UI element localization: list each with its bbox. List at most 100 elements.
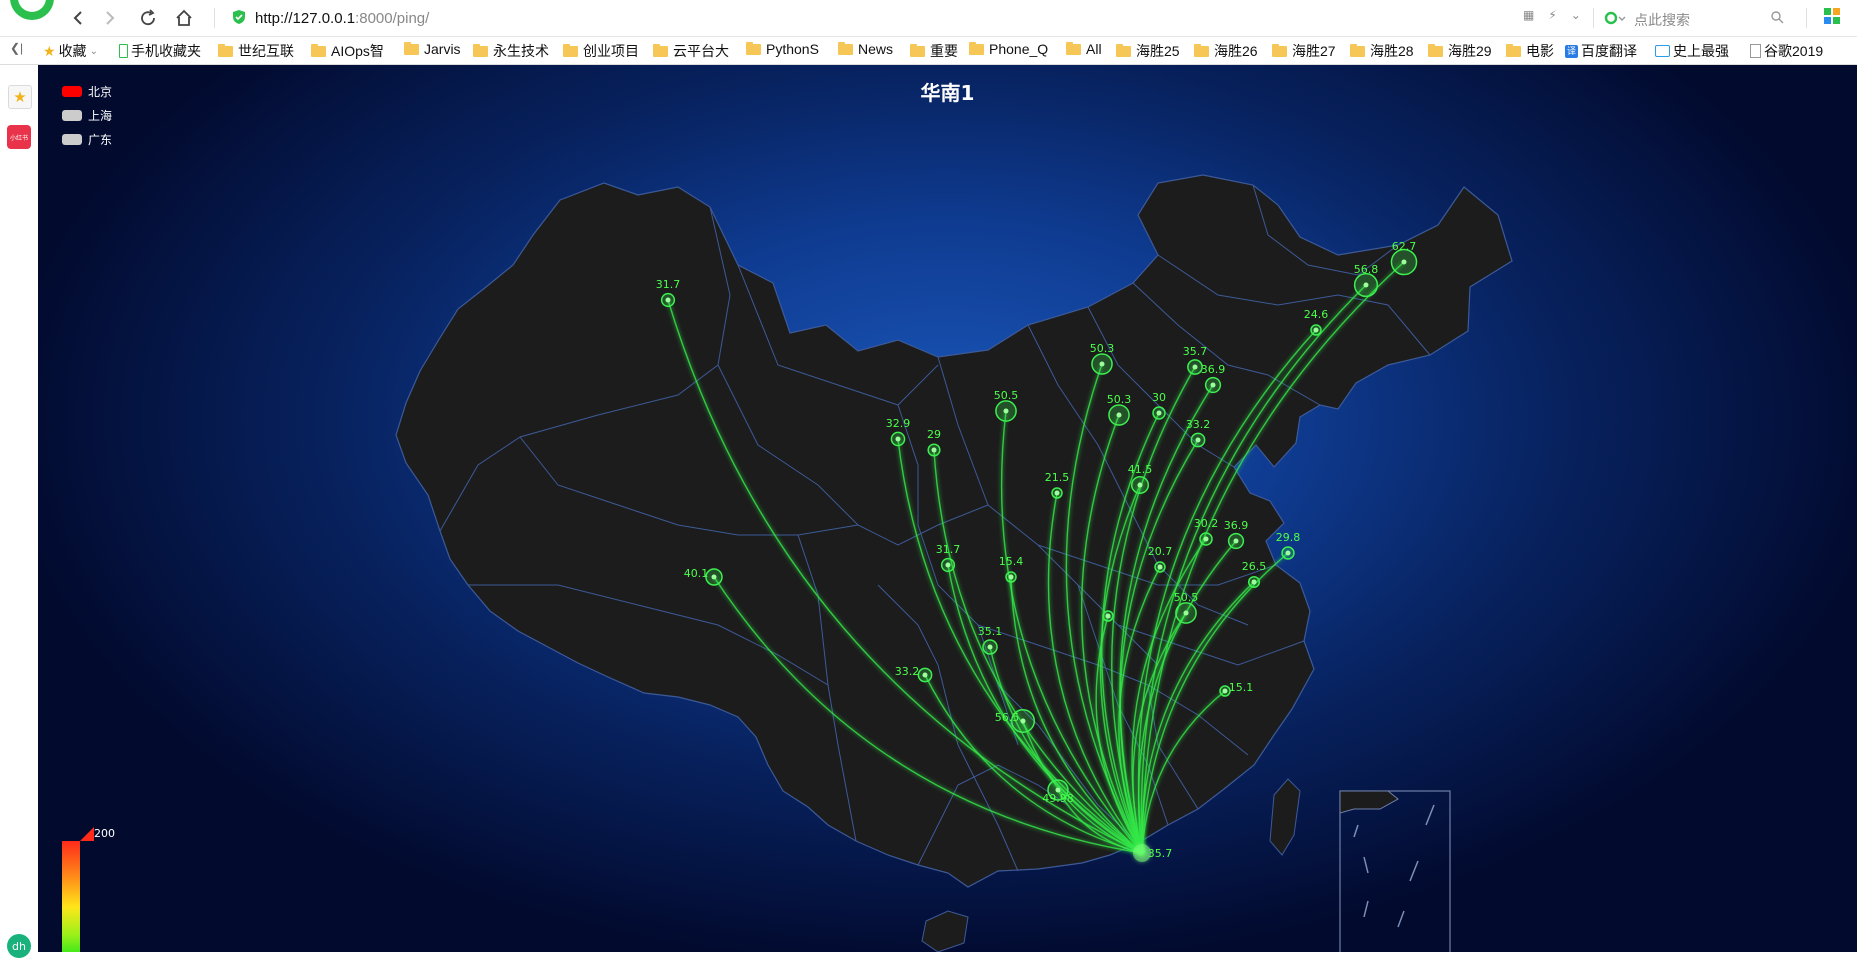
target-dot [1192,364,1198,370]
legend-item-beijing[interactable]: 北京 [62,79,112,103]
bookmark-folder[interactable]: 创业项目 [563,41,639,61]
target-dot [1020,718,1026,724]
doc-icon [1750,44,1761,58]
map-land [395,174,1513,888]
browser-logo-icon [10,0,54,20]
bookmark-folder[interactable]: 云平台大 [653,41,729,61]
qr-code-icon[interactable]: ▦ [1523,8,1534,22]
ping-value-label: 49.98 [1042,792,1074,805]
bookmark-folder[interactable]: 海胜25 [1116,41,1180,61]
bookmark-folder[interactable]: All [1066,41,1102,57]
bookmark-folder[interactable]: 海胜27 [1272,41,1336,61]
bookmark-video[interactable]: 史上最强 [1655,41,1729,61]
bookmark-folder[interactable]: 世纪互联 [218,41,294,61]
folder-icon [746,41,761,55]
bookmark-doc[interactable]: 谷歌2019 [1750,41,1823,61]
folder-icon [473,43,488,57]
bookmark-folder[interactable]: PythonS [746,41,819,57]
url-path: :8000/ping/ [355,10,430,27]
target-dot [1210,382,1216,388]
map-taiwan [1269,778,1301,856]
search-input[interactable]: 点此搜索 [1604,4,1784,32]
forward-button[interactable] [98,6,122,30]
folder-icon [1506,43,1521,57]
bookmark-translate[interactable]: 译百度翻译 [1565,41,1637,61]
bookmark-folder[interactable]: AIOps智 [311,41,384,61]
target-dot [1156,410,1162,416]
translate-icon: 译 [1565,44,1578,58]
target-dot [1251,579,1257,585]
target-dot [1183,610,1189,616]
url-host: http://127.0.0.1 [255,10,356,27]
legend-label: 上海 [88,108,113,123]
target-dot [945,562,951,568]
bookmark-folder[interactable]: 海胜26 [1194,41,1258,61]
target-dot [987,644,993,650]
back-button[interactable] [66,6,90,30]
folder-icon [1116,43,1131,57]
target-dot [711,574,717,580]
bookmark-label: 手机收藏夹 [131,43,201,59]
ping-value-label: 50.5 [1174,591,1199,604]
bookmark-label: 百度翻译 [1581,43,1637,59]
visual-map-gradient [62,841,80,952]
target-dot [1116,412,1122,418]
bookmark-label: 创业项目 [583,43,639,59]
target-dot [1105,613,1111,619]
bookmark-label: 永生技术 [493,43,549,59]
bookmark-folder[interactable]: 电影 [1506,41,1554,61]
ping-map-view: 31.7 62.7 56.8 24.6 50.3 35.7 36.9 50.3 30 50.5 32… [38,65,1857,952]
ping-value-label: 35.1 [978,625,1003,638]
source-value-label: 35.7 [1148,847,1173,860]
side-app-button[interactable]: 小红书 [7,125,31,149]
visual-map-handle[interactable] [80,827,94,841]
lightning-icon[interactable]: ⚡︎ [1548,8,1556,22]
folder-icon [1428,43,1443,57]
ping-value-label: 33.2 [895,665,920,678]
target-dot [1195,437,1201,443]
ping-value-label: 33.2 [1186,418,1211,431]
bookmark-label: 海胜26 [1214,43,1258,59]
sidebar-toggle-button[interactable]: ❮| [10,41,23,55]
legend-item-guangdong[interactable]: 广东 [62,127,112,151]
visual-map-slider[interactable]: 200 [62,827,115,952]
ping-value-label: 30 [1152,391,1166,404]
bookmark-folder[interactable]: 永生技术 [473,41,549,61]
map-hainan [921,910,969,952]
target-dot [1401,259,1407,265]
apps-grid-icon[interactable] [1824,8,1840,24]
search-icon[interactable] [1770,10,1784,24]
map-legend: 北京 上海 广东 [62,79,112,151]
bookmark-label: AIOps智 [331,43,384,59]
back-icon [73,11,82,25]
bookmark-folder[interactable]: Phone_Q [969,41,1048,57]
bookmark-folder[interactable]: News [838,41,893,57]
target-dot [1285,550,1291,556]
legend-item-shanghai[interactable]: 上海 [62,103,112,127]
bookmark-favorites[interactable]: ★ 收藏 ⌄ [43,41,98,61]
chevron-down-icon[interactable]: ⌄ [1571,8,1581,22]
folder-icon [1194,43,1209,57]
bookmark-label: News [858,41,894,57]
home-button[interactable] [172,6,196,30]
folder-icon [218,43,233,57]
ping-value-label: 36.9 [1224,519,1249,532]
target-dot [1157,564,1163,570]
side-assistant-icon[interactable]: dh [7,934,31,958]
bookmark-folder[interactable]: 重要 [910,41,958,61]
bookmark-folder[interactable]: Jarvis [404,41,461,57]
bookmark-mobile[interactable]: 手机收藏夹 [119,41,201,61]
reload-button[interactable] [136,6,160,30]
ping-value-label: 29 [927,428,941,441]
search-placeholder: 点此搜索 [1634,12,1690,28]
bookmark-folder[interactable]: 海胜29 [1428,41,1492,61]
ping-value-label: 29.8 [1276,531,1301,544]
side-favorites-button[interactable]: ★ [8,85,32,109]
ping-value-label: 50.5 [994,389,1019,402]
folder-icon [404,41,419,55]
bookmark-folder[interactable]: 海胜28 [1350,41,1414,61]
address-bar[interactable]: http://127.0.0.1:8000/ping/ [222,4,1532,32]
toolbar-divider [1806,8,1807,28]
star-icon: ★ [13,88,27,106]
folder-icon [838,41,853,55]
